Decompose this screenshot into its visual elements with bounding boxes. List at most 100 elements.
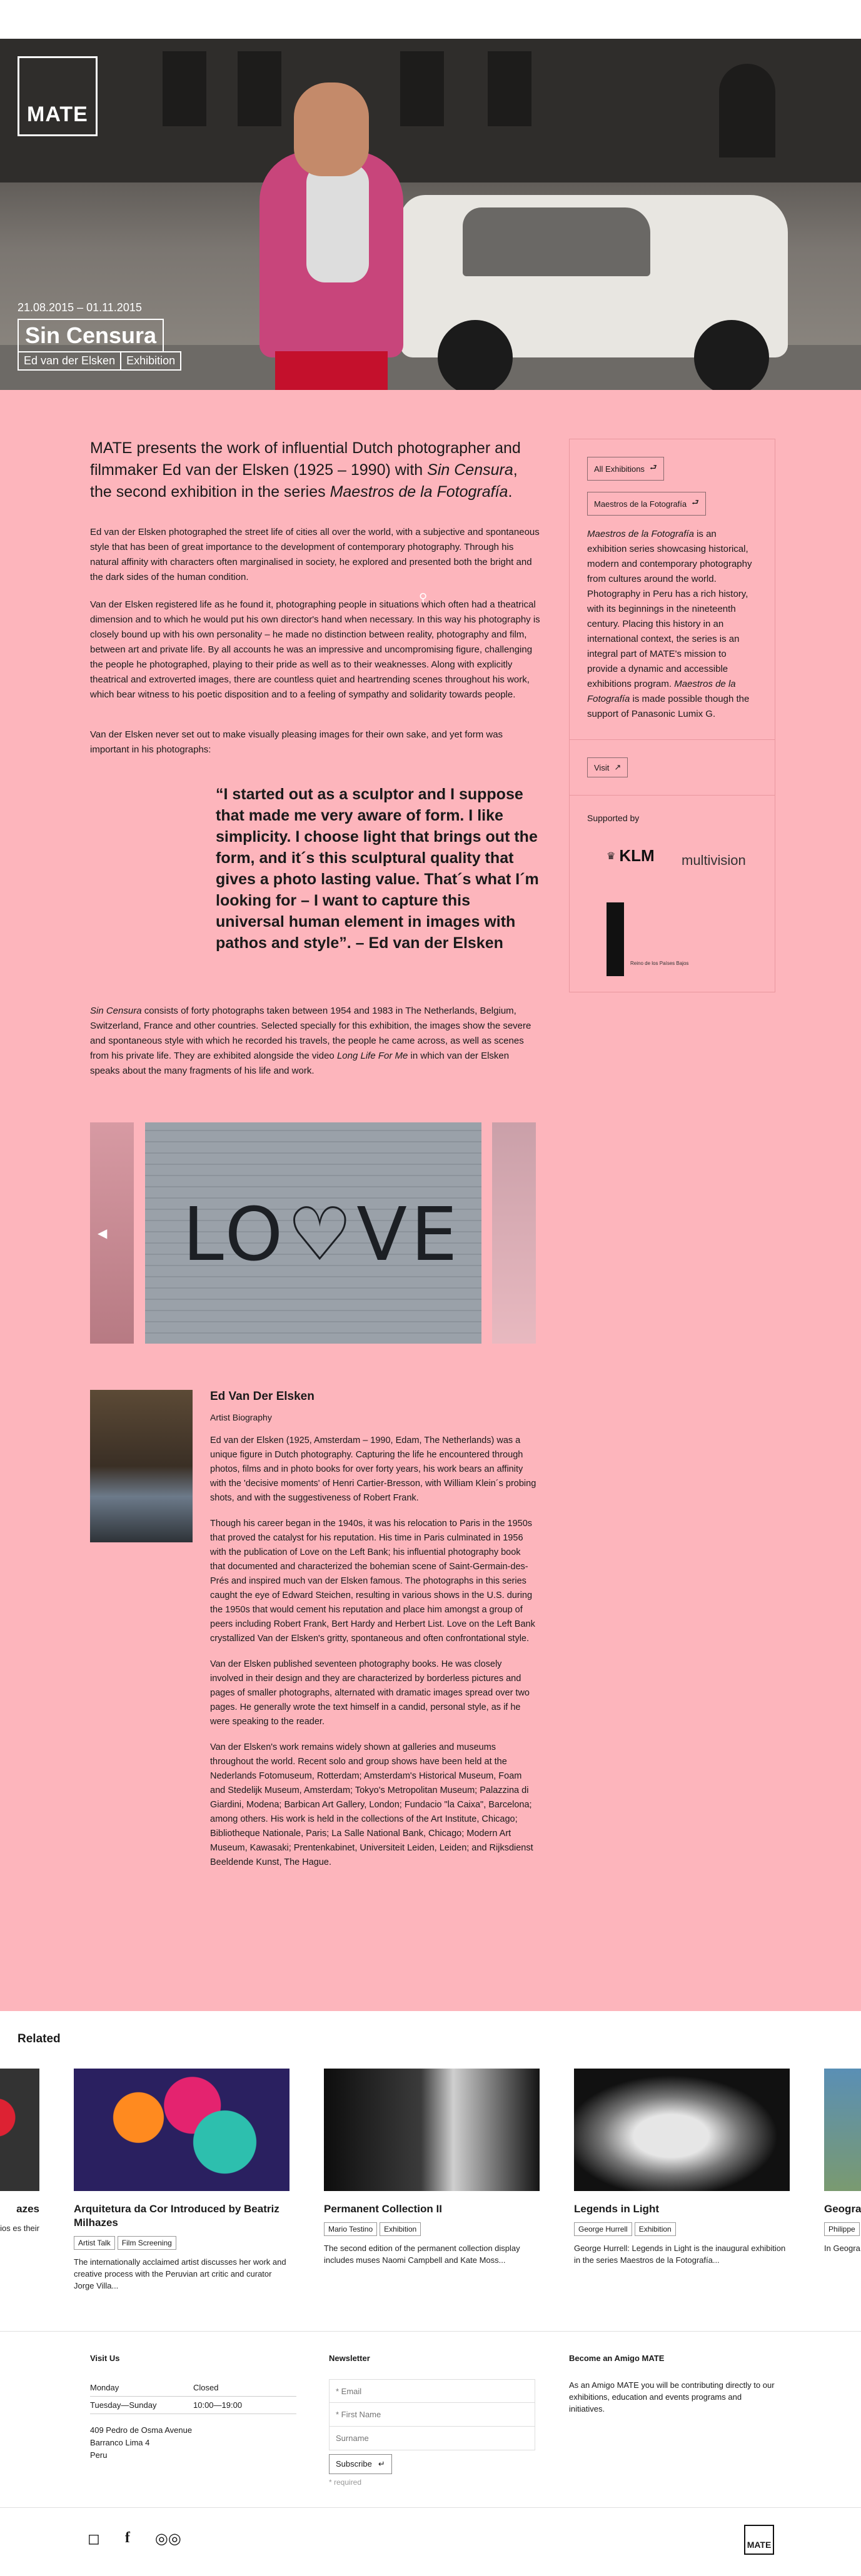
tag-artist[interactable]: Ed van der Elsken xyxy=(18,351,122,371)
artist-photo xyxy=(90,1390,193,1542)
footer-heading[interactable]: Become an Amigo MATE xyxy=(569,2354,775,2363)
card-image xyxy=(824,2069,861,2191)
tag-type[interactable]: Exhibition xyxy=(120,351,182,371)
hero-man-pants xyxy=(275,351,388,390)
hours-time: 10:00—19:00 xyxy=(193,2400,243,2410)
hero-man-shirt xyxy=(306,164,369,282)
footer-visit: Visit Us Monday Closed Tuesday—Sunday 10:0… xyxy=(90,2354,296,2462)
gallery-prev-slide[interactable] xyxy=(90,1122,134,1344)
exhibition-title-box: Sin Censura Ed van der Elsken Exhibition xyxy=(18,319,182,371)
return-arrow-icon: ⮐ xyxy=(692,497,699,507)
card-title: Geogra xyxy=(824,2203,861,2215)
exhibition-sidebar: All Exhibitions ⮐ Maestros de la Fotograf… xyxy=(569,439,775,992)
lead-text: . xyxy=(508,483,513,501)
card-description: George Hurrell: Legends in Light is the … xyxy=(574,2244,786,2265)
card-tags: Mario Testino Exhibition xyxy=(324,2222,540,2236)
mate-logo[interactable]: MATE xyxy=(18,56,98,136)
subscribe-button[interactable]: Subscribe ↵ xyxy=(329,2454,392,2474)
card-tag[interactable]: Mario Testino xyxy=(324,2222,378,2236)
footer-newsletter: Newsletter Subscribe ↵ * required xyxy=(329,2354,535,2487)
card-description: The internationally acclaimed artist dis… xyxy=(74,2257,286,2290)
hero-man-head xyxy=(294,82,369,176)
email-field[interactable] xyxy=(329,2379,535,2403)
artist-biography: Ed Van Der Elsken Artist Biography Ed va… xyxy=(210,1390,536,1881)
facebook-icon[interactable]: f xyxy=(125,2530,130,2548)
card-image xyxy=(324,2069,540,2191)
sidebar-visit: Visit ↗ xyxy=(570,740,775,796)
logo-text: MATE xyxy=(27,102,88,126)
sidebar-links: All Exhibitions ⮐ Maestros de la Fotograf… xyxy=(570,439,775,740)
tripadvisor-icon[interactable]: ◎◎ xyxy=(155,2530,181,2548)
image-gallery: ◀ LO♡VE xyxy=(90,1122,536,1344)
footer-mate-logo[interactable]: MATE xyxy=(744,2525,774,2555)
card-tag[interactable]: George Hurrell xyxy=(574,2222,632,2236)
footer-heading: Newsletter xyxy=(329,2354,370,2363)
surname-field[interactable] xyxy=(329,2427,535,2450)
card-description: The second edition of the permanent coll… xyxy=(324,2244,520,2265)
card-image xyxy=(74,2069,290,2191)
bio-paragraph: Ed van der Elsken (1925, Amsterdam – 199… xyxy=(210,1435,536,1503)
bio-paragraph: Though his career began in the 1940s, it… xyxy=(210,1519,535,1644)
series-description: Maestros de la Fotografía is an exhibiti… xyxy=(587,527,757,722)
related-card[interactable]: Permanent Collection II Mario Testino Ex… xyxy=(324,2069,540,2266)
card-tag[interactable]: Exhibition xyxy=(380,2222,421,2236)
hours-row: Tuesday—Sunday 10:00—19:00 xyxy=(90,2397,296,2414)
button-label: Maestros de la Fotografía xyxy=(594,499,687,509)
card-tag[interactable]: Exhibition xyxy=(634,2222,676,2236)
social-links: ◻ f ◎◎ xyxy=(88,2530,181,2548)
lead-series-em: Maestros de la Fotografía xyxy=(330,483,508,501)
lead-paragraph: MATE presents the work of influential Du… xyxy=(90,437,540,503)
artist-name: Ed Van Der Elsken xyxy=(210,1390,315,1403)
hours-row: Monday Closed xyxy=(90,2379,296,2397)
footer-heading: Visit Us xyxy=(90,2354,120,2363)
amigo-description: As an Amigo MATE you will be contributin… xyxy=(569,2380,775,2414)
footer-divider xyxy=(0,2331,861,2332)
card-image xyxy=(574,2069,790,2191)
related-card[interactable]: Arquitetura da Cor Introduced by Beatriz… xyxy=(74,2069,290,2292)
footer-divider xyxy=(0,2507,861,2508)
page: MATE 21.08.2015 – 01.11.2015 Sin Censura… xyxy=(0,0,861,2576)
card-tags: Philippe xyxy=(824,2222,861,2236)
gallery-next-slide[interactable] xyxy=(492,1122,536,1344)
crown-icon: ♛ xyxy=(607,851,616,862)
zoom-icon[interactable]: ⚲ xyxy=(419,591,427,604)
klm-logo: ♛ KLM xyxy=(607,846,655,866)
return-arrow-icon: ⮐ xyxy=(649,462,657,472)
card-tag[interactable]: Philippe xyxy=(824,2222,860,2236)
lead-title-em: Sin Censura xyxy=(427,461,513,479)
hero-wheel xyxy=(438,320,513,390)
graffiti-text: LO♡VE xyxy=(183,1191,461,1277)
card-tag[interactable]: Film Screening xyxy=(117,2236,176,2250)
chevron-left-icon[interactable]: ◀ xyxy=(98,1226,107,1241)
required-note: * required xyxy=(329,2478,362,2487)
first-name-field[interactable] xyxy=(329,2403,535,2427)
visit-button[interactable]: Visit ↗ xyxy=(587,757,628,777)
maestros-button[interactable]: Maestros de la Fotografía ⮐ xyxy=(587,492,706,516)
netherlands-logo xyxy=(607,902,624,976)
button-label: Subscribe xyxy=(336,2459,372,2469)
address-line: Barranco Lima 4 xyxy=(90,2438,150,2447)
related-card[interactable]: azes ortfolios es their xyxy=(0,2069,39,2234)
card-title: Arquitetura da Cor Introduced by Beatriz… xyxy=(74,2203,279,2229)
card-title: Permanent Collection II xyxy=(324,2203,442,2215)
related-card[interactable]: Geogra Philippe In Geogra highlight the … xyxy=(824,2069,861,2254)
hero-window xyxy=(238,51,281,126)
artist-bio-subtitle: Artist Biography xyxy=(210,1412,272,1422)
card-image xyxy=(0,2069,39,2191)
body-paragraph: Van der Elsken registered life as he fou… xyxy=(90,599,540,700)
hero-car-window xyxy=(463,207,650,276)
klm-text: KLM xyxy=(619,846,655,865)
gallery-main-image: LO♡VE xyxy=(145,1122,481,1344)
hero-window xyxy=(719,64,775,157)
card-tag[interactable]: Artist Talk xyxy=(74,2236,115,2250)
hero-window xyxy=(400,51,444,126)
instagram-icon[interactable]: ◻ xyxy=(88,2530,100,2548)
footer-amigo: Become an Amigo MATE As an Amigo MATE yo… xyxy=(569,2354,775,2415)
card-title: azes xyxy=(16,2203,39,2215)
card-description: ortfolios es their xyxy=(0,2224,39,2233)
all-exhibitions-button[interactable]: All Exhibitions ⮐ xyxy=(587,457,664,481)
related-heading: Related xyxy=(18,2032,61,2045)
hero-window xyxy=(163,51,206,126)
related-card[interactable]: Legends in Light George Hurrell Exhibiti… xyxy=(574,2069,790,2266)
card-tags: George Hurrell Exhibition xyxy=(574,2222,790,2236)
